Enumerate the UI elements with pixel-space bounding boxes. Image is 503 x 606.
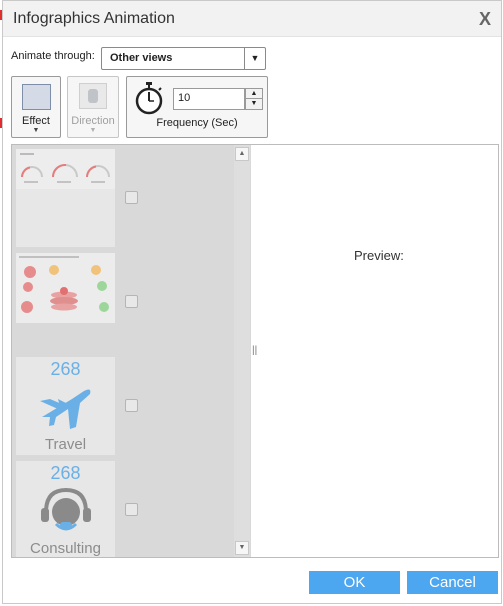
chevron-down-icon[interactable]: ▼	[244, 48, 265, 69]
item-checkbox[interactable]	[125, 399, 138, 412]
bubbles-thumbnail	[16, 253, 115, 323]
preview-label: Preview:	[354, 248, 404, 263]
travel-caption: Travel	[44, 436, 87, 453]
consulting-count: 268	[50, 463, 81, 483]
spin-down-icon[interactable]: ▼	[246, 99, 262, 109]
ok-button[interactable]: OK	[309, 571, 400, 594]
scroll-up-icon[interactable]: ▲	[235, 147, 249, 161]
headset-icon	[41, 487, 91, 531]
gauges-icon	[16, 149, 115, 189]
dialog-title: Infographics Animation	[13, 10, 175, 27]
splitter-handle[interactable]: ||	[252, 342, 258, 360]
list-item[interactable]: 268 Travel	[12, 355, 234, 457]
dialog-titlebar[interactable]: Infographics Animation X	[3, 1, 501, 37]
scroll-down-icon[interactable]: ▼	[235, 541, 249, 555]
animate-through-value: Other views	[110, 52, 173, 64]
list-scrollbar[interactable]: ▲ ▼	[234, 145, 250, 557]
frequency-input[interactable]: 10	[173, 88, 245, 110]
item-checkbox[interactable]	[125, 191, 138, 204]
views-list[interactable]: 268 Travel 268 Consulting ▲ ▼	[12, 145, 251, 557]
direction-button[interactable]: Direction ▼	[67, 76, 119, 138]
consulting-caption: Consulting	[30, 540, 101, 557]
gauges-thumbnail	[16, 149, 115, 247]
cancel-button[interactable]: Cancel	[407, 571, 498, 594]
spin-up-icon[interactable]: ▲	[246, 89, 262, 99]
direction-icon	[79, 83, 107, 109]
effect-icon	[22, 84, 51, 110]
consulting-thumbnail: 268 Consulting	[16, 461, 115, 557]
list-item[interactable]	[12, 251, 234, 353]
effect-button[interactable]: Effect ▼	[11, 76, 61, 138]
direction-label: Direction	[71, 115, 115, 127]
close-icon[interactable]: X	[479, 9, 491, 30]
caret-down-icon: ▼	[32, 127, 40, 134]
effect-label: Effect	[22, 115, 50, 127]
list-item[interactable]	[12, 147, 234, 249]
travel-count: 268	[50, 359, 81, 379]
infographics-animation-dialog: Infographics Animation X Animate through…	[2, 0, 502, 604]
travel-thumbnail: 268 Travel	[16, 357, 115, 455]
item-checkbox[interactable]	[125, 295, 138, 308]
item-checkbox[interactable]	[125, 503, 138, 516]
list-item[interactable]: 268 Consulting	[12, 459, 234, 557]
frequency-label: Frequency (Sec)	[156, 117, 238, 129]
animate-through-label: Animate through:	[11, 50, 95, 62]
caret-down-icon: ▼	[89, 127, 97, 134]
frequency-group: 10 ▲ ▼ Frequency (Sec)	[126, 76, 268, 138]
frequency-spinner[interactable]: ▲ ▼	[245, 88, 263, 110]
airplane-icon	[40, 389, 91, 429]
views-panel: 268 Travel 268 Consulting ▲ ▼ || Preview…	[11, 144, 499, 558]
bubbles-icon	[16, 253, 115, 323]
animate-through-select[interactable]: Other views ▼	[101, 47, 266, 70]
stopwatch-icon	[135, 82, 163, 115]
